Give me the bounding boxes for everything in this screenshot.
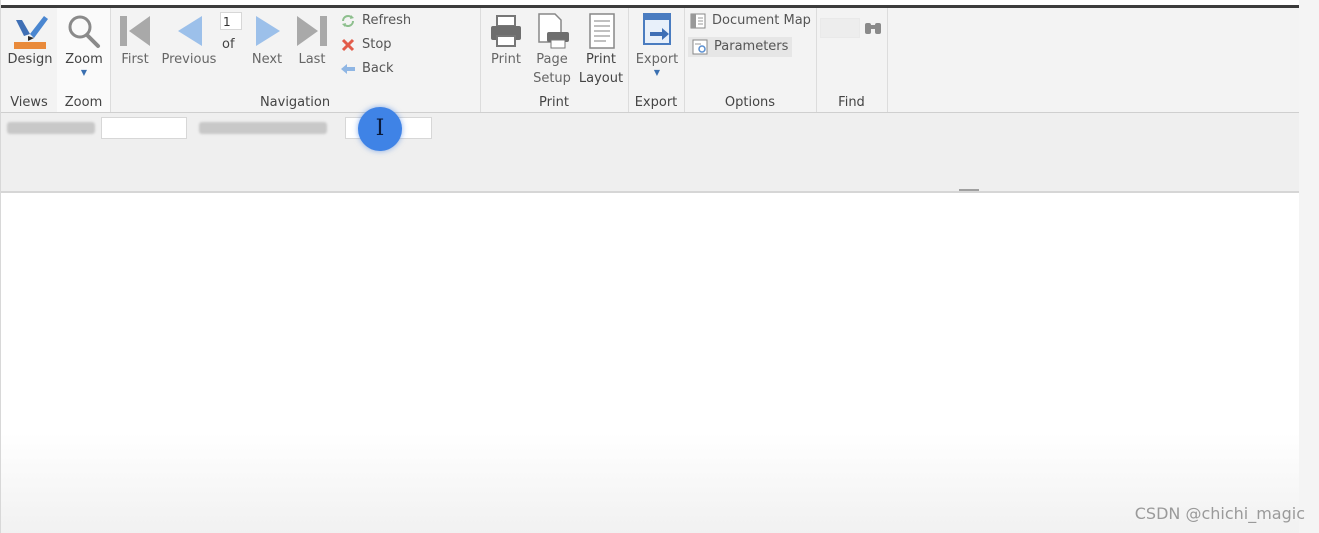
first-page-icon (120, 16, 150, 46)
views-group: Design Views (1, 8, 58, 112)
previous-page-button[interactable]: Previous (160, 12, 218, 69)
printer-icon (491, 15, 521, 47)
of-label: of (222, 37, 235, 52)
print-group-label: Print (539, 95, 569, 110)
design-button[interactable]: Design (5, 12, 55, 69)
print-group: Print Page Setup Print Layout Print (480, 8, 629, 112)
options-group: Document Map Parameters Options (684, 8, 817, 112)
last-label: Last (298, 52, 326, 67)
refresh-label: Refresh (362, 13, 412, 28)
document-map-label: Document Map (712, 13, 811, 28)
print-label: Print (491, 52, 521, 67)
zoom-dropdown-icon: ▼ (80, 68, 88, 77)
find-group: Find (816, 8, 888, 112)
zoom-group-label: Zoom (64, 95, 103, 110)
page-setup-label-2: Setup (533, 71, 571, 86)
print-layout-label-2: Layout (578, 71, 624, 86)
right-edge (1299, 0, 1319, 533)
export-label: Export (635, 52, 679, 67)
parameters-bar (1, 113, 1300, 193)
magnifier-icon (68, 15, 100, 48)
report-content-area (1, 193, 1300, 533)
design-label: Design (7, 52, 53, 67)
export-dropdown-icon: ▼ (653, 68, 661, 77)
zoom-label: Zoom (65, 52, 103, 67)
refresh-button[interactable]: Refresh (340, 11, 411, 31)
last-page-button[interactable]: Last (292, 12, 332, 69)
watermark: CSDN @chichi_magic (1134, 504, 1305, 523)
previous-page-icon (178, 16, 202, 46)
parameters-button[interactable]: Parameters (688, 37, 793, 57)
zoom-group: Zoom ▼ Zoom (57, 8, 111, 112)
ribbon-toolbar: Design Views Zoom ▼ Zoom First Previous … (1, 8, 1300, 113)
param1-input[interactable] (101, 117, 187, 139)
zoom-button[interactable]: Zoom ▼ (60, 12, 108, 77)
export-icon (643, 13, 671, 45)
export-button[interactable]: Export ▼ (632, 12, 682, 77)
next-page-button[interactable]: Next (246, 12, 288, 69)
param2-label-blurred (199, 122, 327, 134)
current-page-input[interactable]: 1 (220, 12, 242, 30)
back-label: Back (362, 61, 394, 76)
print-button[interactable]: Print (484, 12, 528, 69)
stop-label: Stop (362, 37, 392, 52)
document-map-button[interactable]: Document Map (690, 11, 811, 31)
refresh-icon (342, 14, 354, 27)
back-button[interactable]: Back (340, 59, 394, 79)
stop-button[interactable]: Stop (340, 35, 392, 55)
splitter-grip[interactable] (959, 189, 979, 191)
document-map-icon (690, 13, 706, 28)
navigation-group-label: Navigation (259, 95, 331, 110)
first-page-button[interactable]: First (116, 12, 154, 69)
next-page-icon (256, 16, 280, 46)
print-layout-label-1: Print (586, 52, 616, 67)
page-setup-icon (538, 13, 569, 49)
page-setup-button[interactable]: Page Setup (530, 12, 574, 88)
export-group-label: Export (634, 95, 678, 110)
back-arrow-icon (341, 63, 355, 74)
param1-label-blurred (7, 122, 95, 134)
print-layout-button[interactable]: Print Layout (578, 12, 624, 88)
last-page-icon (297, 16, 327, 46)
options-group-label: Options (724, 95, 776, 110)
report-viewer-window: Design Views Zoom ▼ Zoom First Previous … (0, 0, 1300, 533)
parameters-label: Parameters (714, 39, 789, 54)
design-icon (14, 16, 48, 49)
binoculars-icon[interactable] (864, 20, 882, 36)
find-group-label: Find (838, 95, 865, 110)
parameters-icon (692, 39, 708, 54)
export-group: Export ▼ Export (628, 8, 685, 112)
views-group-label: Views (10, 95, 48, 110)
print-layout-icon (589, 13, 615, 49)
first-label: First (121, 52, 149, 67)
navigation-group: First Previous 1 of Next Last Refresh St… (110, 8, 481, 112)
stop-icon (341, 38, 355, 51)
text-cursor-icon: I (375, 116, 385, 141)
page-setup-label-1: Page (536, 52, 568, 67)
next-label: Next (251, 52, 283, 67)
previous-label: Previous (161, 52, 217, 67)
find-text-input[interactable] (820, 18, 860, 38)
